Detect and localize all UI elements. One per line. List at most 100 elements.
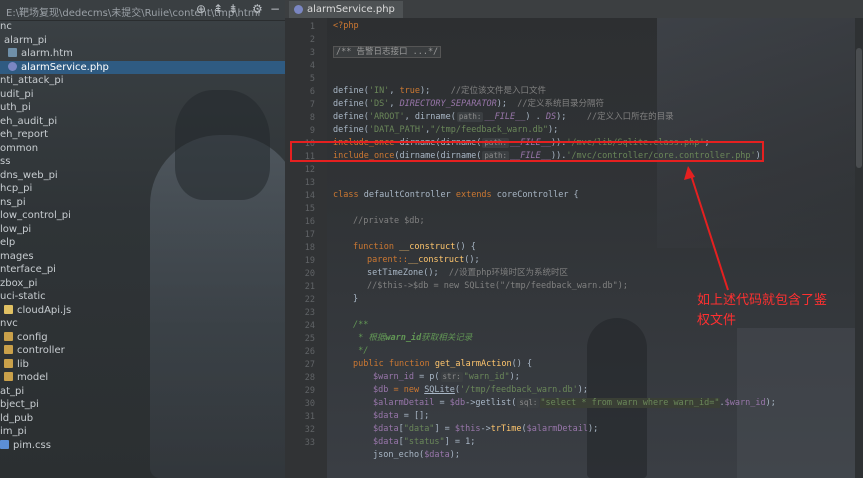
tree-item[interactable]: cloudApi.js [0,304,285,318]
file-file-icon [8,48,17,57]
code-area[interactable]: <?php /** 告警日志接口 ...*/ define('IN', true… [333,18,863,478]
tree-item-label: ns_pi [0,196,26,208]
code-token: coreController { [496,190,579,200]
folded-comment[interactable]: /** 告警日志接口 ...*/ [333,46,442,58]
tree-item[interactable]: nti_attack_pi [0,74,285,88]
tree-item[interactable]: alarm.htm [0,47,285,61]
line-number: 4 [309,61,315,71]
code-token: define( [333,86,369,96]
tree-item-label: nterface_pi [0,264,56,275]
code-token: ) . [525,112,546,122]
tree-item-label: lib [17,358,29,370]
tree-item[interactable]: ommon [0,142,285,156]
tree-item-label: ld_pub [0,412,34,424]
annotation-line-2: 权文件 [697,313,737,328]
tree-item-label: eh_audit_pi [0,115,58,127]
tree-item-label: dns_web_pi [0,169,58,181]
tree-item[interactable]: controller [0,344,285,358]
tree-item[interactable]: uth_pi [0,101,285,115]
parameter-hint: sql: [517,398,540,408]
tree-item[interactable]: elp [0,236,285,250]
editor-scrollbar[interactable] [855,18,863,478]
line-number: 14 [304,191,315,201]
doc-comment: warn_id [385,333,422,343]
code-comment: //$this->$db = new SQLite("/tmp/feedback… [367,281,628,291]
code-comment: //定义系统目录分隔符 [507,99,605,109]
tree-item[interactable]: zbox_pi [0,277,285,291]
folder-icon [4,372,13,381]
code-token: , [389,86,400,96]
code-token: "/tmp/feedback_warn.db" [430,125,548,135]
php-file-icon [294,5,303,14]
code-token: ); [509,372,520,382]
tree-item[interactable]: at_pi [0,385,285,399]
tree-item[interactable]: lib [0,358,285,372]
project-tree: nc alarm_pi alarm.htm alarmService.php nti_a… [0,20,285,452]
line-number: 16 [304,217,315,227]
code-token: ); [588,424,599,434]
tree-item-label: mages [0,250,34,262]
tree-item-label: uci-static [0,291,46,302]
tree-item[interactable]: bject_pi [0,398,285,412]
line-number: 3 [309,48,315,58]
line-number: 18 [304,243,315,253]
code-token: SQLite [424,385,455,395]
code-token: DIRECTORY_SEPARATOR [399,99,497,109]
scrollbar-thumb[interactable] [856,48,862,168]
tree-item[interactable]: low_pi [0,223,285,237]
tree-item[interactable]: alarm_pi [0,34,285,48]
tree-item[interactable]: alarmService.php [0,60,285,74]
code-token: function [353,242,400,252]
tree-item[interactable]: mages [0,250,285,264]
tree-item[interactable]: ns_pi [0,196,285,210]
editor-tab-bar: alarmService.php [285,0,863,20]
locate-icon[interactable]: ⊕ [196,2,206,16]
tree-item[interactable]: model [0,371,285,385]
hide-icon[interactable]: − [270,2,280,16]
tree-item[interactable]: low_control_pi [0,209,285,223]
tree-item[interactable]: ld_pub [0,412,285,426]
line-number: 7 [309,100,315,110]
code-token: = new [388,385,425,395]
tree-item-label: low_control_pi [0,210,71,221]
tree-item-label: bject_pi [0,399,39,410]
code-token: __FILE__ [484,112,526,122]
line-number: 28 [304,373,315,383]
code-token: define( [333,125,369,135]
tree-item[interactable]: dns_web_pi [0,169,285,183]
code-token: $this [454,424,481,434]
php-file-icon [8,61,17,71]
tree-item[interactable]: im_pi [0,425,285,439]
collapse-icon[interactable]: ⇞ [213,2,223,16]
parameter-hint: path: [456,112,484,122]
expand-icon[interactable]: ⇟ [228,2,238,16]
tree-item[interactable]: config [0,331,285,345]
tree-item[interactable]: ss [0,155,285,169]
line-number: 25 [304,334,315,344]
tree-item[interactable]: pim.css [0,439,285,453]
tree-item[interactable]: eh_report [0,128,285,142]
gear-icon[interactable]: ⚙ [252,2,263,16]
line-number: 20 [304,269,315,279]
tree-item[interactable]: hcp_pi [0,182,285,196]
code-comment: //定位该文件是入口文件 [430,86,547,96]
tree-item-label: alarmService.php [21,61,109,73]
tree-item[interactable]: nvc [0,317,285,331]
code-token: "status" [403,437,445,447]
tree-item[interactable]: udit_pi [0,88,285,102]
code-token: $alarmDetail [526,424,589,434]
tree-item-label: model [17,372,49,383]
code-token: define( [333,112,369,122]
code-token: ] = [434,424,455,434]
code-token: ); [449,450,461,460]
code-token: = p( [413,372,440,382]
tree-item-label: cloudApi.js [17,304,72,316]
code-token: '/tmp/feedback_warn.db' [460,385,578,395]
tree-item-label: ss [0,156,11,167]
tree-item[interactable]: eh_audit_pi [0,115,285,129]
tree-item[interactable]: nc [0,20,285,34]
tree-item[interactable]: nterface_pi [0,263,285,277]
tree-item[interactable]: uci-static [0,290,285,304]
folder-icon [4,345,13,354]
code-token: , [389,99,400,109]
